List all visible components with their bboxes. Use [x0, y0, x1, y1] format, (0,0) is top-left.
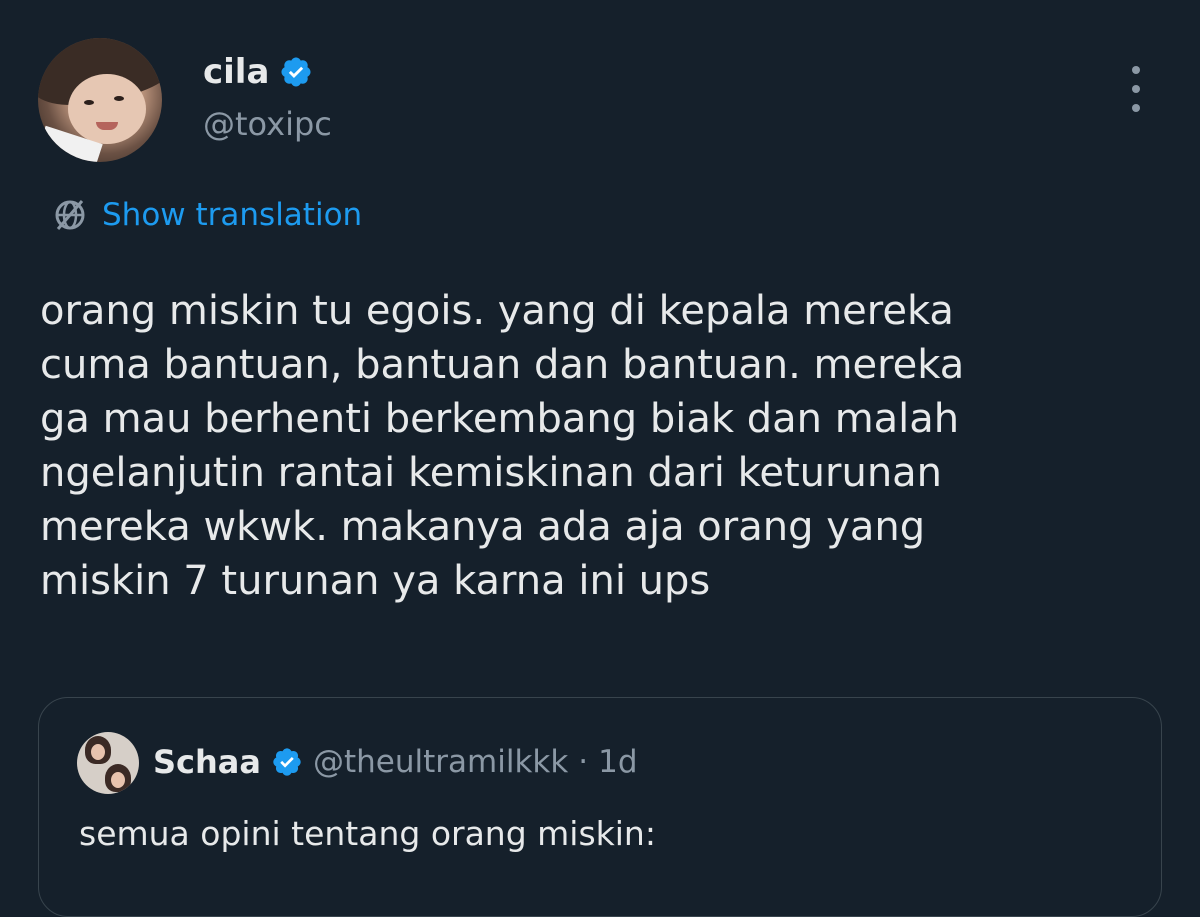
- tweet-text-line: mereka wkwk. makanya ada aja orang yang: [40, 504, 926, 550]
- quoted-author-avatar[interactable]: [77, 732, 139, 794]
- tweet-text-line: orang miskin tu egois. yang di kepala me…: [40, 288, 954, 334]
- tweet-text-line: ngelanjutin rantai kemiskinan dari ketur…: [40, 450, 943, 496]
- tweet-text-line: ga mau berhenti berkembang biak dan mala…: [40, 396, 960, 442]
- avatar-face: [111, 772, 125, 788]
- author-display-name[interactable]: cila: [203, 52, 269, 92]
- avatar-face: [91, 744, 105, 760]
- show-translation-button[interactable]: Show translation: [50, 195, 362, 235]
- avatar-face: [68, 74, 146, 144]
- tweet-text-line: miskin 7 turunan ya karna ini ups: [40, 558, 711, 604]
- quoted-timestamp[interactable]: 1d: [598, 742, 637, 782]
- tweet-text-line: cuma bantuan, bantuan dan bantuan. merek…: [40, 342, 965, 388]
- more-dot: [1132, 104, 1140, 112]
- globe-icon: [55, 200, 85, 230]
- quoted-tweet[interactable]: Schaa @theultramilkkk · 1d semua opini t…: [38, 697, 1162, 917]
- avatar-eye: [84, 100, 94, 105]
- quoted-handle[interactable]: @theultramilkkk: [313, 742, 568, 782]
- more-vertical-icon[interactable]: [1124, 66, 1148, 112]
- quoted-header: Schaa @theultramilkkk · 1d: [153, 742, 638, 782]
- author-handle[interactable]: @toxipc: [203, 104, 332, 144]
- author-avatar[interactable]: [38, 38, 162, 162]
- verified-badge-icon[interactable]: [279, 55, 313, 89]
- tweet-card: cila @toxipc Show translation orang misk…: [0, 0, 1200, 917]
- more-dot: [1132, 66, 1140, 74]
- show-translation-label: Show translation: [102, 197, 363, 233]
- avatar-eye: [114, 96, 124, 101]
- author-name-row: cila: [203, 52, 313, 92]
- verified-badge-icon: [273, 748, 301, 776]
- more-dot: [1132, 85, 1140, 93]
- quoted-separator: ·: [578, 744, 589, 780]
- quoted-text: semua opini tentang orang miskin:: [79, 814, 656, 853]
- quoted-display-name[interactable]: Schaa: [153, 742, 261, 782]
- tweet-text: orang miskin tu egois. yang di kepala me…: [40, 284, 1180, 608]
